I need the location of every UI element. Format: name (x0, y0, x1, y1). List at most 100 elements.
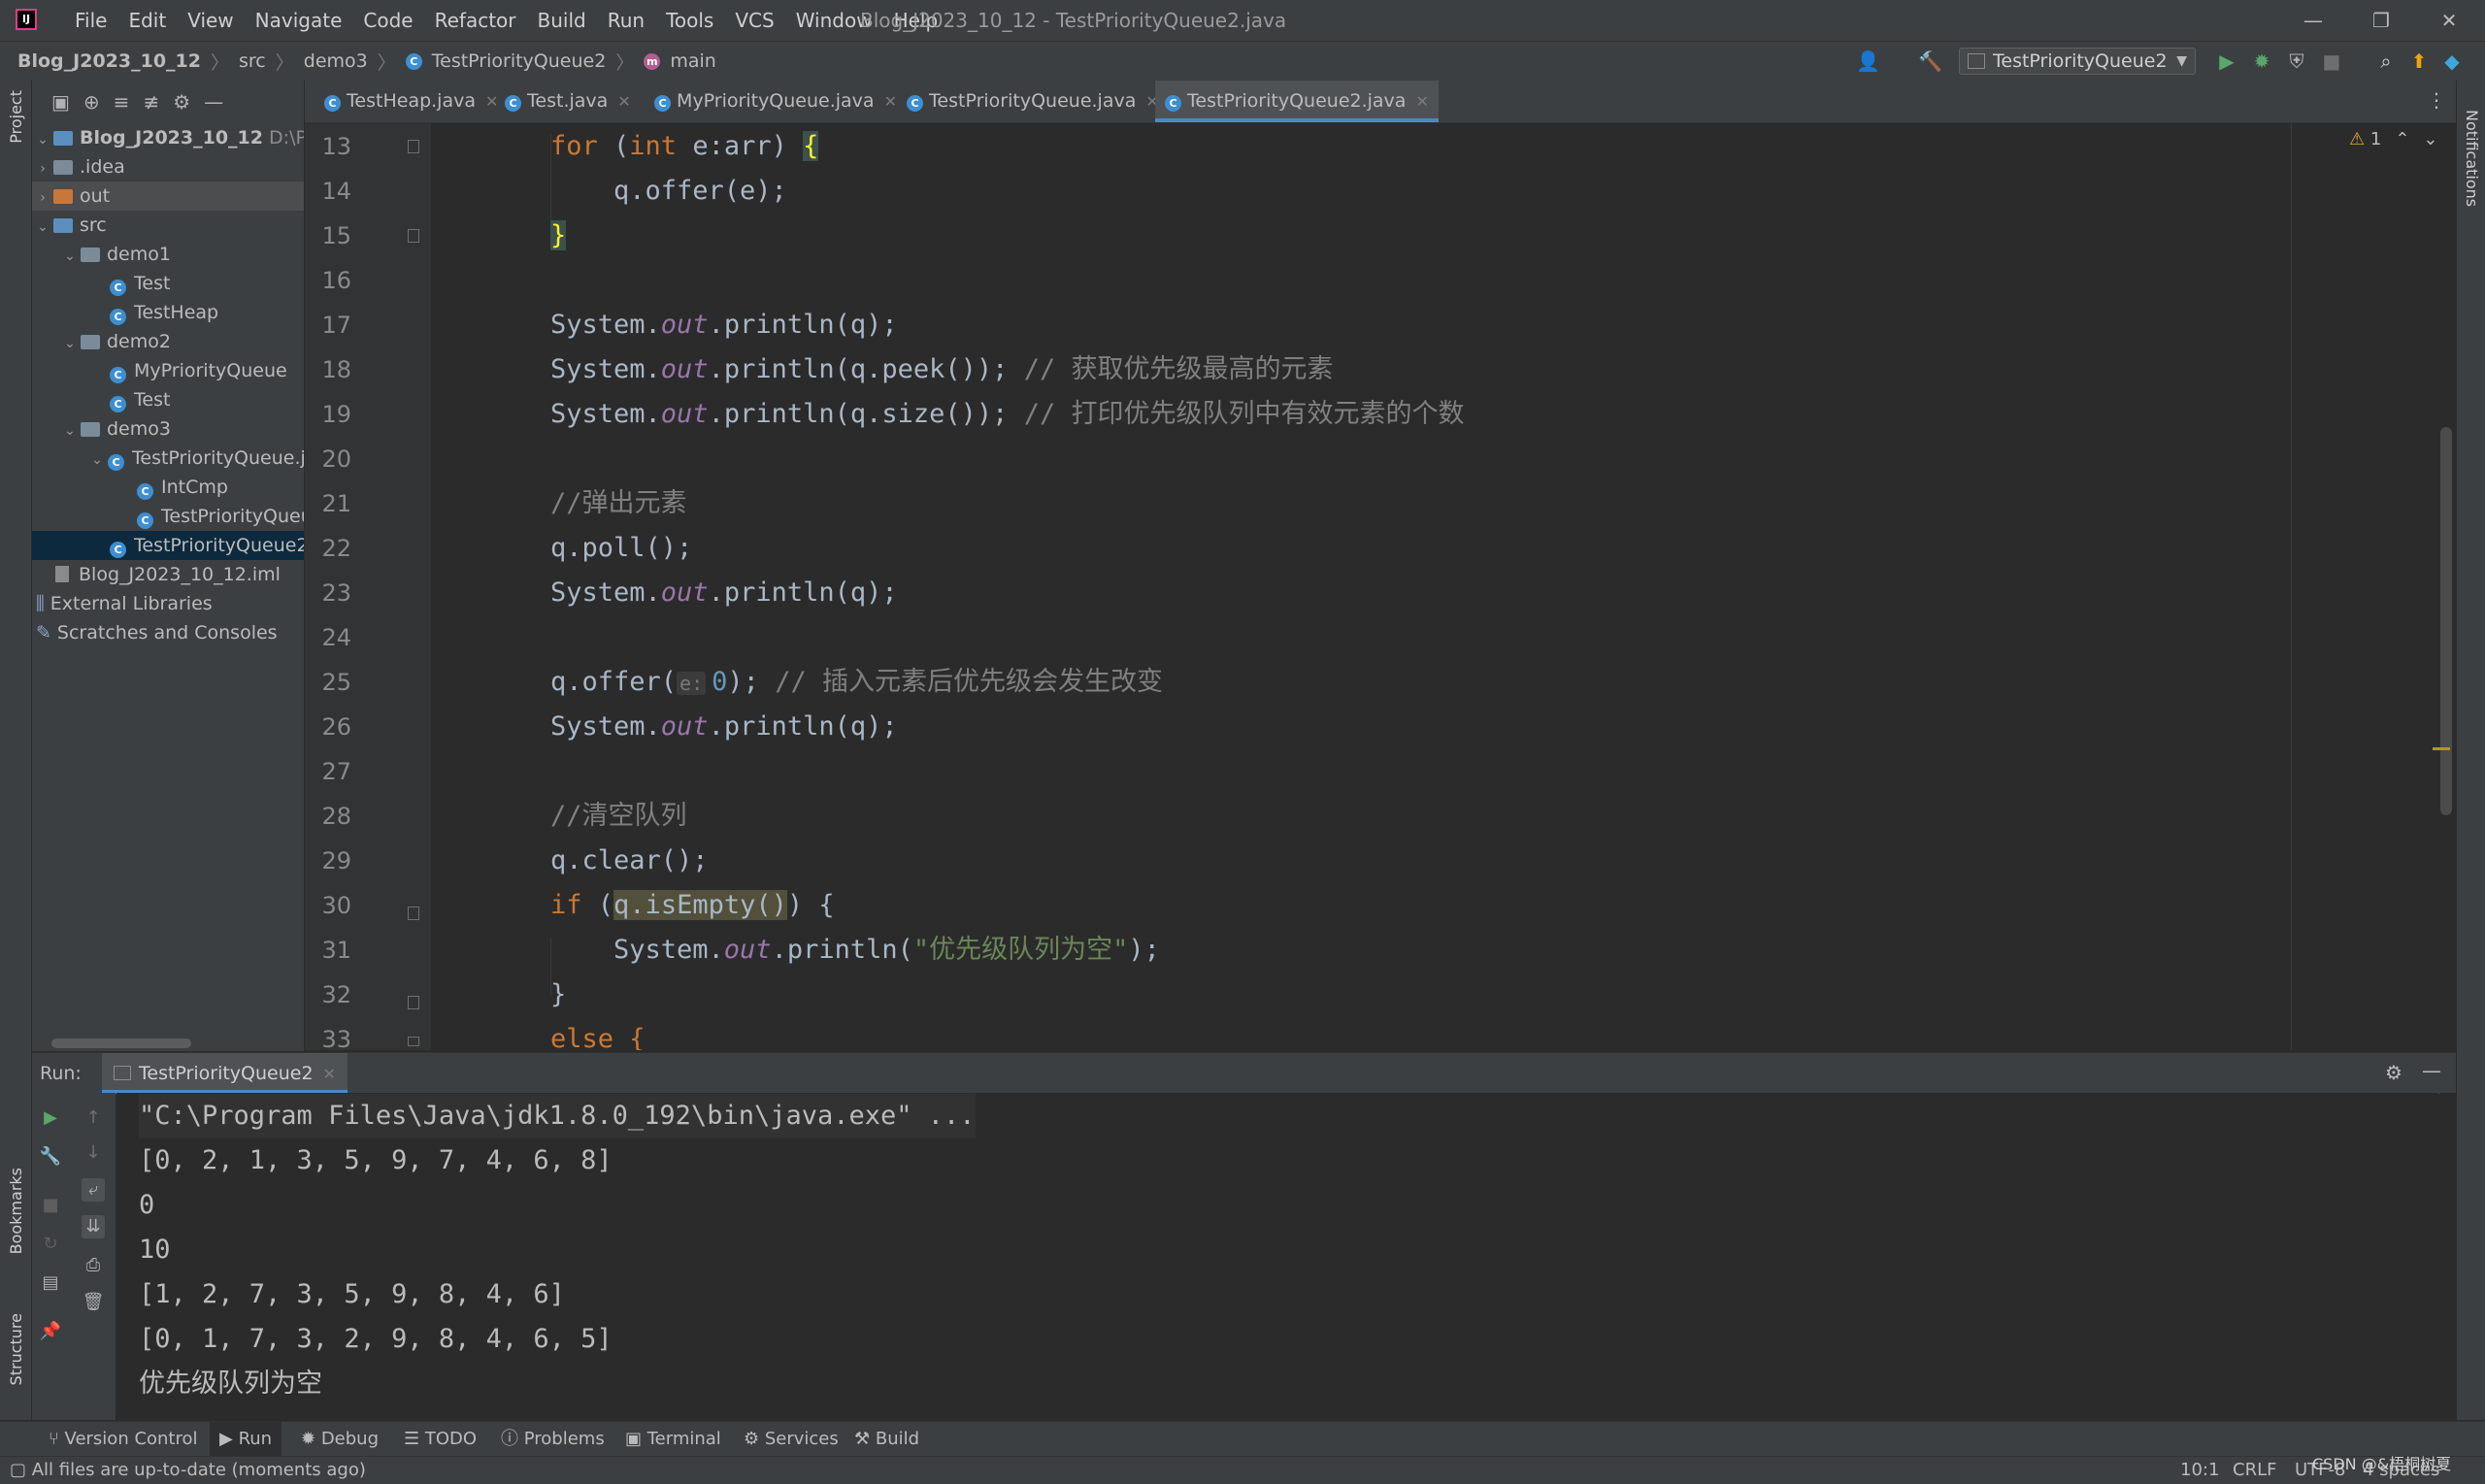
gear-icon[interactable]: ⚙ (173, 90, 190, 114)
tool-todo[interactable]: ☰ TODO (404, 1422, 477, 1457)
fold-marker-icon[interactable] (408, 140, 419, 153)
menu-edit[interactable]: Edit (117, 0, 177, 41)
menu-file[interactable]: File (64, 0, 117, 41)
run-configuration-select[interactable]: TestPriorityQueue2 ▼ (1959, 48, 2196, 75)
menu-refactor[interactable]: Refactor (424, 0, 527, 41)
minimize-button[interactable]: — (2281, 0, 2345, 41)
gear-icon[interactable]: ⚙ (2385, 1061, 2402, 1084)
tool-version-control[interactable]: ⑂ Version Control (49, 1422, 198, 1457)
tool-terminal[interactable]: ▣ Terminal (625, 1422, 721, 1457)
restore-layout-icon[interactable]: ↻ (39, 1233, 62, 1256)
close-icon[interactable]: ✕ (884, 92, 897, 111)
trash-icon[interactable]: 🗑 (82, 1291, 105, 1314)
tree-item-demo3[interactable]: ⌄ demo3 (32, 414, 304, 444)
tab-testheap[interactable]: C TestHeap.java ✕ (315, 81, 508, 122)
tree-item-demo1-test[interactable]: C Test (32, 269, 304, 298)
wrench-icon[interactable]: 🔧 (39, 1145, 62, 1169)
tool-problems[interactable]: ⓘ Problems (501, 1422, 605, 1457)
editor-scrollbar[interactable] (2440, 427, 2452, 815)
layout-icon[interactable]: ▤ (39, 1271, 62, 1295)
structure-tool-button[interactable]: Structure (7, 1313, 25, 1385)
rerun-icon[interactable]: ▶ (39, 1106, 62, 1130)
tree-item-iml[interactable]: Blog_J2023_10_12.iml (32, 560, 304, 589)
menu-code[interactable]: Code (352, 0, 423, 41)
tool-build[interactable]: ⚒ Build (854, 1422, 919, 1457)
print-icon[interactable]: ⎙ (82, 1254, 105, 1277)
tree-item-demo1-testheap[interactable]: C TestHeap (32, 298, 304, 327)
tab-test[interactable]: C Test.java ✕ (495, 81, 641, 122)
menu-build[interactable]: Build (527, 0, 597, 41)
tool-services[interactable]: ⚙ Services (744, 1422, 839, 1457)
breadcrumb-method[interactable]: main (670, 50, 715, 72)
hide-icon[interactable]: — (2422, 1059, 2441, 1082)
close-window-button[interactable]: ✕ (2417, 0, 2481, 41)
close-icon[interactable]: ✕ (1415, 92, 1428, 111)
status-message[interactable]: ▢ All files are up-to-date (moments ago) (10, 1457, 366, 1484)
menu-navigate[interactable]: Navigate (245, 0, 353, 41)
close-icon[interactable]: ✕ (323, 1065, 336, 1083)
line-separator[interactable]: CRLF (2233, 1457, 2276, 1484)
debug-icon[interactable]: ✹ (2250, 49, 2273, 73)
arrow-down-icon[interactable]: ↓ (82, 1141, 105, 1165)
breadcrumb-package[interactable]: demo3 (304, 50, 368, 72)
tab-mypriorityqueue[interactable]: C MyPriorityQueue.java ✕ (645, 81, 907, 122)
tree-item-demo3-tpq-file[interactable]: ⌄ C TestPriorityQueue.java (32, 444, 304, 473)
collapse-all-icon[interactable]: ≢ (143, 90, 159, 114)
tree-item-intcmp[interactable]: C IntCmp (32, 473, 304, 502)
tree-item-external-libraries[interactable]: ⫼ External Libraries (32, 589, 304, 618)
pin-icon[interactable]: 📌 (39, 1320, 62, 1343)
fold-marker-icon[interactable] (408, 996, 419, 1009)
search-icon[interactable]: ⌕ (2374, 49, 2398, 73)
notifications-tool-button[interactable]: Notifications (2463, 110, 2481, 207)
tree-item-out[interactable]: › out (32, 181, 304, 211)
view-mode-icon[interactable]: ▣ (51, 90, 70, 114)
more-tabs-icon[interactable]: ⋮ (2427, 88, 2446, 112)
run-icon[interactable]: ▶ (2215, 49, 2238, 73)
tree-root[interactable]: ⌄ Blog_J2023_10_12 D:\Project (32, 123, 304, 152)
tree-item-demo2-mpq[interactable]: C MyPriorityQueue (32, 356, 304, 385)
tool-debug[interactable]: ✹ Debug (301, 1422, 379, 1457)
run-tab[interactable]: TestPriorityQueue2 ✕ (102, 1053, 348, 1094)
close-icon[interactable]: ✕ (617, 92, 630, 111)
menu-vcs[interactable]: VCS (724, 0, 784, 41)
stop-icon[interactable]: ■ (2320, 49, 2343, 73)
restore-button[interactable]: ❐ (2349, 0, 2413, 41)
fold-marker-icon[interactable] (408, 229, 419, 243)
fold-marker-icon[interactable] (408, 1037, 419, 1046)
inspection-widget[interactable]: ⚠ 1 ⌃ ⌄ (2349, 129, 2438, 149)
tree-item-scratches[interactable]: ✎ Scratches and Consoles (32, 618, 304, 647)
project-tool-button[interactable]: Project (7, 90, 25, 144)
bookmarks-tool-button[interactable]: Bookmarks (7, 1168, 25, 1254)
locate-icon[interactable]: ⊕ (83, 90, 100, 114)
coverage-icon[interactable]: ⛨ (2285, 49, 2308, 73)
error-stripe-marker[interactable] (2433, 747, 2450, 750)
arrow-up-icon[interactable]: ↑ (82, 1106, 105, 1130)
chevron-down-icon[interactable]: ⌄ (2423, 129, 2437, 149)
toolbox-icon[interactable]: ◆ (2440, 49, 2464, 73)
stop-icon[interactable]: ■ (39, 1194, 62, 1217)
menu-tools[interactable]: Tools (655, 0, 724, 41)
expand-all-icon[interactable]: ≡ (114, 90, 130, 114)
fold-marker-icon[interactable] (408, 907, 419, 920)
tab-testpriorityqueue2[interactable]: C TestPriorityQueue2.java ✕ (1155, 81, 1439, 122)
hide-icon[interactable]: — (204, 90, 223, 114)
update-icon[interactable]: ⬆ (2407, 49, 2431, 73)
tool-run[interactable]: ▶ Run (210, 1422, 282, 1457)
scroll-to-end-icon[interactable]: ⇊ (82, 1215, 105, 1238)
tree-item-idea[interactable]: › .idea (32, 152, 304, 181)
caret-position[interactable]: 10:1 (2180, 1457, 2219, 1484)
tab-testpriorityqueue[interactable]: C TestPriorityQueue.java ✕ (897, 81, 1169, 122)
build-hammer-icon[interactable]: 🔨 (1918, 49, 1942, 73)
console-scrollbar[interactable] (2440, 1093, 2456, 1420)
breadcrumb-class[interactable]: TestPriorityQueue2 (432, 50, 607, 72)
tree-item-tpq2[interactable]: C TestPriorityQueue2 (32, 531, 304, 560)
tree-item-demo2-test[interactable]: C Test (32, 385, 304, 414)
soft-wrap-icon[interactable]: ⤶ (82, 1178, 105, 1202)
tree-item-demo2[interactable]: ⌄ demo2 (32, 327, 304, 356)
menu-view[interactable]: View (177, 0, 244, 41)
breadcrumb-src[interactable]: src (239, 50, 266, 72)
tree-item-src[interactable]: ⌄ src (32, 211, 304, 240)
user-icon[interactable]: 👤 (1856, 49, 1880, 73)
tree-item-demo1[interactable]: ⌄ demo1 (32, 240, 304, 269)
tree-item-tpq-class[interactable]: C TestPriorityQueue (32, 502, 304, 531)
